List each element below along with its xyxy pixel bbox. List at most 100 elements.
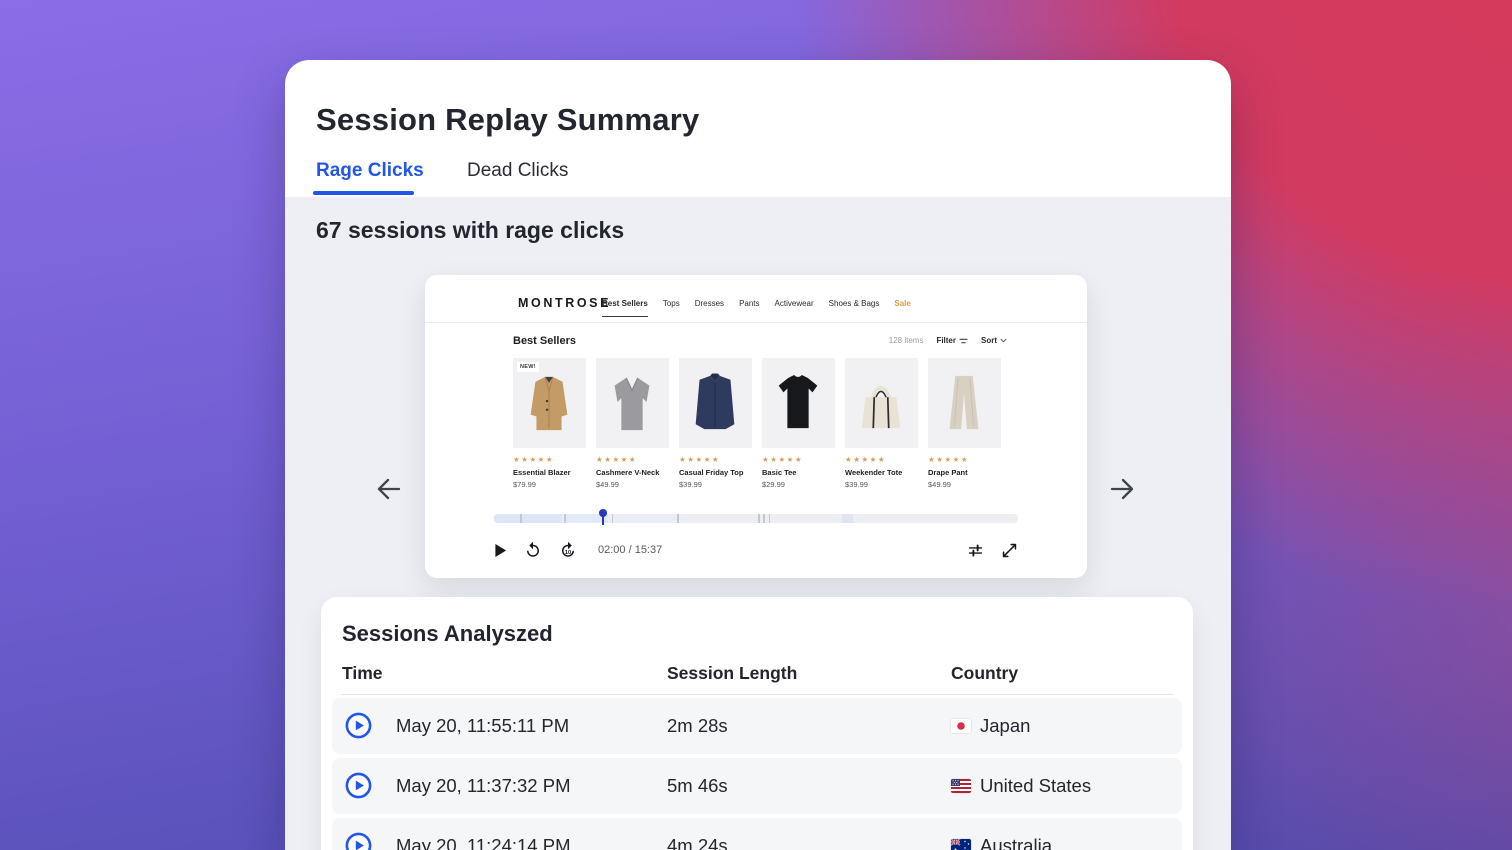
timeline-event-marker [520,514,522,523]
product-name: Essential Blazer [513,468,586,477]
filter-icon [959,337,968,345]
expand-icon [1001,542,1018,559]
play-session-button[interactable] [345,772,372,804]
product-price: $29.99 [762,480,835,489]
table-header-divider [341,694,1173,695]
product-name: Cashmere V-Neck [596,468,669,477]
product-card: ★★★★★ Drape Pant $49.99 [928,358,1001,489]
play-session-button[interactable] [345,712,372,744]
session-row[interactable]: May 20, 11:24:14 PM 4m 24s [332,818,1182,850]
column-header-country: Country [951,663,1018,684]
store-items-count: 128 items [889,336,924,345]
play-session-button[interactable] [345,832,372,850]
forward-10-icon: 10 [559,541,577,559]
product-rating: ★★★★★ [679,455,752,464]
product-grid: NEW! ★★★★★ Essential Blazer $79.9 [513,358,1001,489]
next-session-button[interactable] [1108,475,1136,508]
product-rating: ★★★★★ [596,455,669,464]
store-nav-dresses: Dresses [695,299,724,317]
tab-rage-clicks[interactable]: Rage Clicks [316,160,424,182]
session-country: Australia [980,835,1052,850]
product-card: NEW! ★★★★★ Essential Blazer $79.9 [513,358,586,489]
product-price: $39.99 [679,480,752,489]
session-row[interactable]: May 20, 11:55:11 PM 2m 28s Japan [332,698,1182,754]
product-price: $79.99 [513,480,586,489]
store-section-title: Best Sellers [513,335,576,347]
timeline-event-marker [758,514,760,523]
session-time: May 20, 11:55:11 PM [396,715,569,737]
pants-image [935,368,993,438]
sessions-count-heading: 67 sessions with rage clicks [316,217,624,244]
product-rating: ★★★★★ [513,455,586,464]
tshirt-image [769,368,827,438]
product-price: $39.99 [845,480,918,489]
session-row[interactable]: May 20, 11:37:32 PM 5m 46s [332,758,1182,814]
product-name: Casual Friday Top [679,468,752,477]
active-tab-indicator [313,191,414,195]
store-nav-sale: Sale [894,299,910,317]
session-time: May 20, 11:37:32 PM [396,775,570,797]
tune-sliders-icon [967,542,984,559]
session-length: 4m 24s [667,835,728,850]
session-length: 2m 28s [667,715,728,737]
playback-time: 02:00 / 15:37 [598,544,662,556]
session-replay-player: MONTROSE Best Sellers Tops Dresses Pants… [425,275,1087,578]
timeline-event-marker [763,514,765,523]
timeline-event-marker [564,514,566,523]
product-rating: ★★★★★ [845,455,918,464]
timeline-activity-segment [494,514,562,523]
store-filter-control: Filter [936,336,968,345]
rewind-icon [524,541,542,559]
playback-settings-button[interactable] [967,542,984,559]
store-meta-row: 128 items Filter Sort [889,336,1007,345]
sweater-image [603,368,661,438]
product-card: ★★★★★ Cashmere V-Neck $49.99 [596,358,669,489]
timeline-event-marker [769,514,771,523]
store-nav-activewear: Activewear [775,299,814,317]
store-filter-label: Filter [936,336,956,345]
tab-dead-clicks[interactable]: Dead Clicks [467,160,568,182]
shirt-image [686,368,744,438]
new-badge: NEW! [517,362,539,372]
play-icon [494,543,507,558]
session-replay-card: Session Replay Summary Rage Clicks Dead … [285,60,1231,850]
replay-timeline-scrubber[interactable] [494,514,1018,523]
fullscreen-button[interactable] [1001,542,1018,559]
flag-australia-icon [951,839,971,850]
player-controls: 10 02:00 / 15:37 [494,533,1018,567]
store-sort-label: Sort [981,336,997,345]
product-name: Drape Pant [928,468,1001,477]
play-button[interactable] [494,543,507,558]
sessions-analyzed-card: Sessions Analyszed Time Session Length C… [321,597,1193,850]
product-rating: ★★★★★ [762,455,835,464]
chevron-down-icon [1000,338,1007,343]
previous-session-button[interactable] [375,475,403,508]
store-nav-tops: Tops [663,299,680,317]
store-nav-best-sellers: Best Sellers [602,299,648,317]
timeline-event-marker [612,514,614,523]
session-country: United States [980,775,1091,797]
rewind-button[interactable] [524,541,542,559]
session-time: May 20, 11:24:14 PM [396,835,570,850]
timeline-event-marker [677,514,679,523]
forward-10-button[interactable]: 10 [559,541,577,559]
flag-united-states-icon [951,779,971,793]
column-header-session-length: Session Length [667,663,797,684]
product-price: $49.99 [596,480,669,489]
play-circle-icon [345,832,372,850]
store-logo: MONTROSE [518,296,611,310]
store-nav-shoes-bags: Shoes & Bags [829,299,880,317]
column-header-time: Time [342,663,383,684]
play-circle-icon [345,772,372,799]
product-card: ★★★★★ Weekender Tote $39.99 [845,358,918,489]
product-card: ★★★★★ Casual Friday Top $39.99 [679,358,752,489]
product-name: Weekender Tote [845,468,918,477]
timeline-activity-segment [612,514,678,523]
sessions-table-title: Sessions Analyszed [342,621,553,647]
page-title: Session Replay Summary [316,102,699,138]
blazer-image [520,368,578,438]
session-length: 5m 46s [667,775,728,797]
store-nav: Best Sellers Tops Dresses Pants Activewe… [602,299,911,317]
timeline-playhead[interactable] [599,509,607,517]
session-country: Japan [980,715,1030,737]
